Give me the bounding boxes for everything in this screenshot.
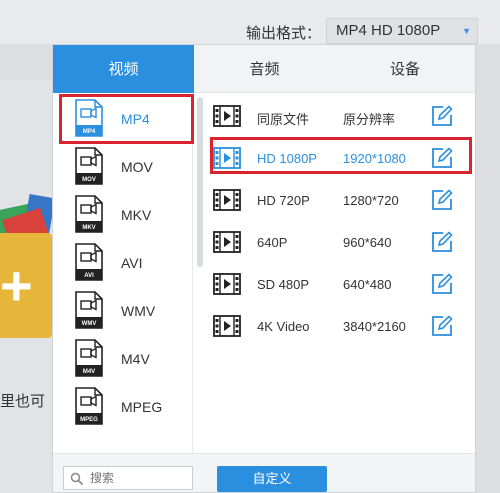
video-file-icon: WMV: [75, 291, 103, 329]
tab-bar: 视频 音频 设备: [53, 45, 475, 93]
format-item-avi[interactable]: AVI AVI: [53, 239, 192, 287]
tab-device[interactable]: 设备: [335, 45, 475, 93]
resolution-value: 原分辨率: [343, 112, 396, 127]
search-box[interactable]: [63, 466, 193, 490]
format-badge: AVI: [84, 273, 94, 279]
format-badge: WMV: [82, 321, 97, 327]
film-icon: [213, 315, 241, 337]
format-name: AVI: [121, 255, 143, 271]
film-icon: [213, 105, 241, 127]
search-input[interactable]: [90, 469, 190, 487]
video-file-icon: MOV: [75, 147, 103, 185]
dropdown-arrow-icon: ▼: [462, 26, 471, 36]
resolution-value: 3840*2160: [343, 319, 406, 334]
video-file-icon: MPEG: [75, 387, 103, 425]
format-badge: MPEG: [80, 417, 98, 423]
bottom-bar: 自定义: [53, 453, 475, 492]
search-icon: [70, 472, 84, 486]
output-format-select[interactable]: MP4 HD 1080P ▼: [326, 18, 478, 44]
video-file-icon: AVI: [75, 243, 103, 281]
format-badge: MKV: [82, 225, 95, 231]
edit-icon[interactable]: [431, 189, 453, 211]
format-item-wmv[interactable]: WMV WMV: [53, 287, 192, 335]
resolution-row[interactable]: 4K Video 3840*2160: [203, 305, 475, 347]
format-badge: MOV: [82, 177, 96, 183]
format-list: MP4 MP4 MOV MOV MKV MKV AVI AVI WMV WMV M4V M4V MPEG…: [53, 93, 193, 453]
film-icon: [213, 231, 241, 253]
selected-resolution-highlight: [210, 137, 472, 174]
format-name: MKV: [121, 207, 152, 223]
format-badge: M4V: [83, 369, 95, 375]
selected-format-highlight: [59, 94, 194, 144]
format-item-mkv[interactable]: MKV MKV: [53, 191, 192, 239]
format-name: WMV: [121, 303, 156, 319]
plus-icon: +: [0, 254, 33, 317]
format-name: MPEG: [121, 399, 163, 415]
film-icon: [213, 189, 241, 211]
custom-button[interactable]: 自定义: [217, 466, 327, 492]
resolution-row[interactable]: 640P 960*640: [203, 221, 475, 263]
resolution-name: SD 480P: [257, 277, 310, 292]
resolution-value: 960*640: [343, 235, 392, 250]
background-hint-text: 里也可: [0, 393, 46, 410]
tab-audio[interactable]: 音频: [194, 45, 335, 93]
output-format-value: MP4 HD 1080P: [336, 22, 441, 39]
resolution-name: 640P: [257, 235, 288, 250]
format-item-mpeg[interactable]: MPEG MPEG: [53, 383, 192, 431]
tab-video[interactable]: 视频: [53, 45, 194, 93]
film-icon: [213, 273, 241, 295]
resolution-name: HD 720P: [257, 193, 310, 208]
format-name: M4V: [121, 351, 150, 367]
edit-icon[interactable]: [431, 231, 453, 253]
video-file-icon: M4V: [75, 339, 103, 377]
resolution-row[interactable]: 同原文件 原分辨率: [203, 95, 475, 137]
output-format-label: 输出格式：: [246, 25, 322, 42]
resolution-row[interactable]: HD 720P 1280*720: [203, 179, 475, 221]
format-item-m4v[interactable]: M4V M4V: [53, 335, 192, 383]
video-file-icon: MKV: [75, 195, 103, 233]
edit-icon[interactable]: [431, 105, 453, 127]
resolution-name: 同原文件: [257, 112, 310, 127]
resolution-name: 4K Video: [257, 319, 310, 334]
format-name: MOV: [121, 159, 153, 175]
format-item-mov[interactable]: MOV MOV: [53, 143, 192, 191]
format-dialog: 视频 音频 设备 MP4 MP4 MOV MOV MKV MKV AVI AVI WMV WMV M…: [52, 44, 476, 493]
edit-icon[interactable]: [431, 315, 453, 337]
edit-icon[interactable]: [431, 273, 453, 295]
resolution-value: 1280*720: [343, 193, 399, 208]
resolution-value: 640*480: [343, 277, 392, 292]
resolution-row[interactable]: SD 480P 640*480: [203, 263, 475, 305]
